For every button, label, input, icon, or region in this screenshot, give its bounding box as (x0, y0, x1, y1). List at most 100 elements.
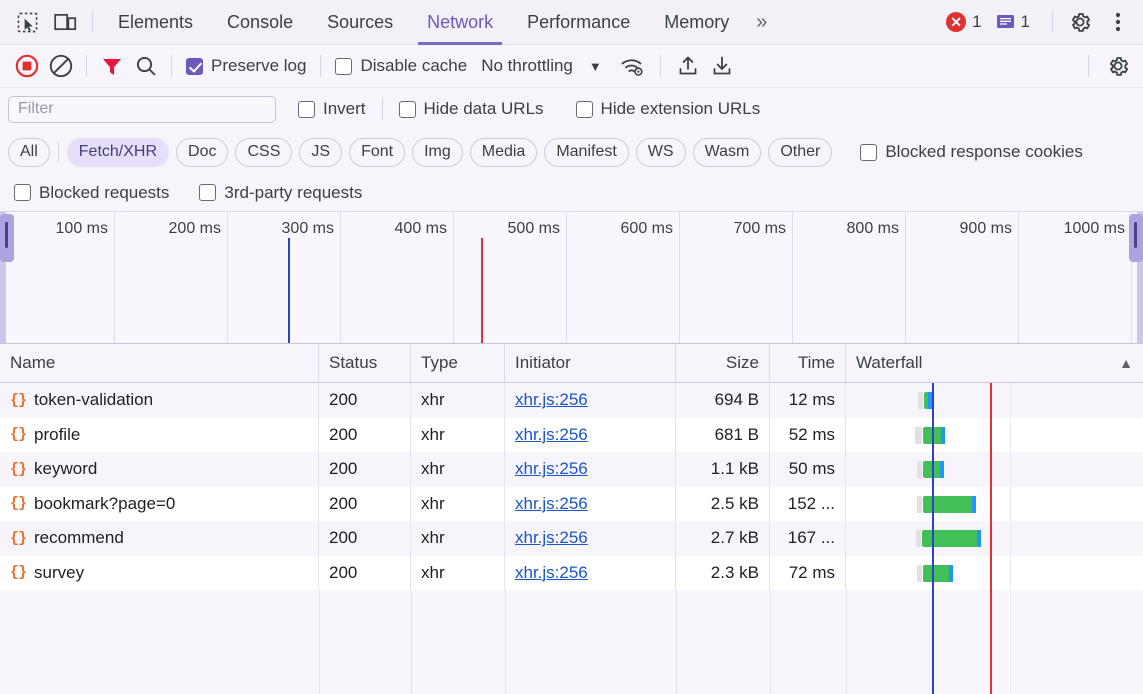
tab-elements[interactable]: Elements (101, 0, 210, 45)
overview-left-handle[interactable] (0, 214, 14, 262)
column-label: Size (725, 353, 759, 372)
column-header-name[interactable]: Name (0, 344, 319, 383)
tab-memory[interactable]: Memory (647, 0, 746, 45)
tab-label: Performance (527, 11, 631, 32)
type-filter-divider (57, 142, 59, 162)
import-har-icon[interactable] (671, 49, 705, 83)
type-filter-css[interactable]: CSS (235, 137, 293, 167)
initiator-link[interactable]: xhr.js:256 (515, 528, 588, 548)
cell-initiator: xhr.js:256 (505, 417, 676, 452)
search-button[interactable] (129, 49, 163, 83)
type-filter-other[interactable]: Other (768, 137, 833, 167)
table-row[interactable]: {} survey 200 xhr xhr.js:256 2.3 kB 72 m… (0, 555, 1143, 590)
error-count: 1 (972, 12, 982, 31)
invert-checkbox[interactable]: Invert (298, 99, 366, 119)
device-toolbar-icon[interactable] (46, 3, 84, 41)
json-icon: {} (10, 460, 27, 478)
cell-type: xhr (411, 383, 505, 418)
table-row[interactable]: {} bookmark?page=0 200 xhr xhr.js:256 2.… (0, 486, 1143, 522)
overview-tick-900ms: 900 ms (959, 220, 1012, 237)
column-header-status[interactable]: Status (319, 344, 411, 383)
column-header-time[interactable]: Time (770, 344, 846, 383)
cell-status: 200 (319, 383, 411, 418)
cell-name: {} keyword (0, 452, 319, 487)
column-header-initiator[interactable]: Initiator (505, 344, 676, 383)
devtools-tab-bar: Elements Console Sources Network Perform… (0, 0, 1143, 45)
filter-bar: Invert Hide data URLs Hide extension URL… (0, 88, 1143, 130)
initiator-link[interactable]: xhr.js:256 (515, 459, 588, 479)
tab-performance[interactable]: Performance (510, 0, 647, 45)
disable-cache-checkbox[interactable]: Disable cache (335, 56, 467, 76)
error-count-badge[interactable]: ✕ 1 (946, 12, 982, 32)
preserve-log-checkbox[interactable]: Preserve log (186, 56, 306, 76)
cell-size: 681 B (676, 417, 770, 452)
cell-name: {} profile (0, 417, 319, 452)
record-button[interactable] (10, 49, 44, 83)
export-har-icon[interactable] (705, 49, 739, 83)
blocked-requests-checkbox[interactable]: Blocked requests (14, 183, 169, 203)
wifi-settings-icon[interactable] (616, 49, 650, 83)
kebab-menu-icon[interactable] (1099, 3, 1137, 41)
throttling-select[interactable]: No throttling (481, 56, 573, 76)
hide-extension-urls-checkbox[interactable]: Hide extension URLs (575, 99, 760, 119)
load-event-line (481, 238, 483, 343)
table-row[interactable]: {} profile 200 xhr xhr.js:256 681 B 52 m… (0, 417, 1143, 453)
chevron-down-icon[interactable]: ▼ (589, 59, 602, 74)
column-label: Status (329, 353, 378, 372)
column-header-size[interactable]: Size (676, 344, 770, 383)
blocked-response-cookies-label: Blocked response cookies (885, 142, 1083, 161)
type-filter-fetch-xhr[interactable]: Fetch/XHR (66, 137, 170, 167)
network-overview-timeline[interactable]: 100 ms 200 ms 300 ms 400 ms 500 ms 600 m… (0, 212, 1143, 344)
overview-tick-600ms: 600 ms (620, 220, 673, 237)
type-filter-img[interactable]: Img (412, 137, 463, 167)
table-row[interactable]: {} keyword 200 xhr xhr.js:256 1.1 kB 50 … (0, 452, 1143, 487)
cell-size: 694 B (676, 383, 770, 418)
message-count-badge[interactable]: 1 (996, 12, 1030, 32)
cell-waterfall (846, 487, 1143, 522)
column-header-waterfall[interactable]: Waterfall ▲ (846, 344, 1143, 383)
type-filter-ws[interactable]: WS (635, 137, 686, 167)
type-filter-wasm[interactable]: Wasm (692, 137, 762, 167)
more-tabs-chevron-icon[interactable]: » (746, 11, 777, 34)
overview-right-handle[interactable] (1129, 214, 1143, 262)
request-name: survey (34, 562, 85, 582)
cell-name: {} token-validation (0, 383, 319, 418)
tabbar-right-divider (1052, 11, 1053, 33)
tab-console[interactable]: Console (210, 0, 310, 45)
filter-input[interactable] (8, 95, 276, 123)
pill-label: Img (424, 143, 451, 160)
column-label: Waterfall (856, 353, 923, 372)
invert-box (298, 100, 315, 118)
request-name: bookmark?page=0 (34, 493, 176, 513)
type-filter-js[interactable]: JS (299, 137, 343, 167)
overview-tick-800ms: 800 ms (846, 220, 899, 237)
blocked-response-cookies-checkbox[interactable]: Blocked response cookies (860, 142, 1083, 162)
json-icon: {} (10, 495, 27, 513)
third-party-requests-checkbox[interactable]: 3rd-party requests (199, 183, 362, 203)
cell-name: {} bookmark?page=0 (0, 486, 319, 521)
json-icon: {} (10, 564, 27, 582)
clear-button[interactable] (44, 49, 78, 83)
tab-sources[interactable]: Sources (310, 0, 410, 45)
cell-waterfall (846, 418, 1143, 453)
initiator-link[interactable]: xhr.js:256 (515, 425, 588, 445)
type-filter-font[interactable]: Font (349, 137, 406, 167)
network-settings-gear-icon[interactable] (1101, 49, 1135, 83)
type-filter-all[interactable]: All (8, 137, 50, 167)
tab-label: Elements (118, 11, 194, 32)
table-row[interactable]: {} recommend 200 xhr xhr.js:256 2.7 kB 1… (0, 521, 1143, 556)
hide-data-urls-checkbox[interactable]: Hide data URLs (398, 99, 544, 119)
tab-network[interactable]: Network (410, 0, 510, 45)
type-filter-media[interactable]: Media (469, 137, 538, 167)
initiator-link[interactable]: xhr.js:256 (515, 494, 588, 514)
initiator-link[interactable]: xhr.js:256 (515, 390, 588, 410)
gear-icon[interactable] (1061, 3, 1099, 41)
filter-button[interactable] (95, 49, 129, 83)
type-filter-doc[interactable]: Doc (176, 137, 229, 167)
table-row[interactable]: {} token-validation 200 xhr xhr.js:256 6… (0, 383, 1143, 418)
message-icon (996, 13, 1015, 31)
inspect-element-icon[interactable] (8, 3, 46, 41)
type-filter-manifest[interactable]: Manifest (544, 137, 629, 167)
initiator-link[interactable]: xhr.js:256 (515, 563, 588, 583)
column-header-type[interactable]: Type (411, 344, 505, 383)
